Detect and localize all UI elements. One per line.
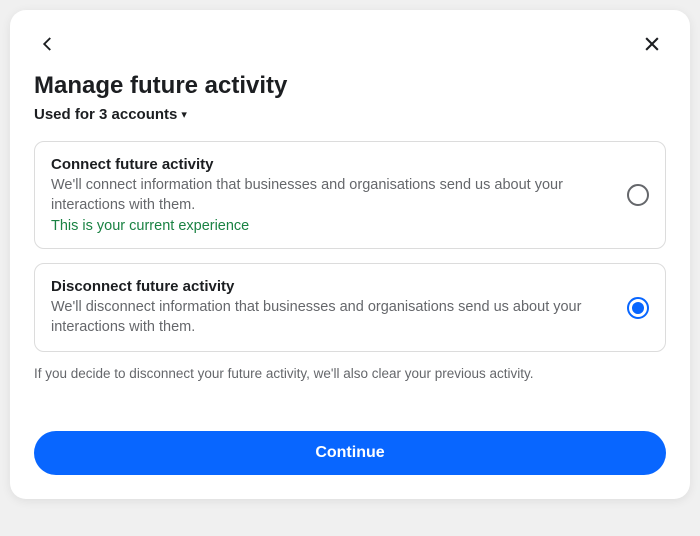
modal-header (34, 30, 666, 58)
option-connect-desc: We'll connect information that businesse… (51, 176, 611, 215)
back-icon (39, 35, 57, 53)
continue-button[interactable]: Continue (34, 431, 666, 475)
chevron-down-icon: ▾ (181, 108, 187, 121)
accounts-dropdown[interactable]: Used for 3 accounts ▾ (34, 106, 666, 123)
option-connect[interactable]: Connect future activity We'll connect in… (34, 141, 666, 249)
manage-activity-modal: Manage future activity Used for 3 accoun… (10, 10, 690, 499)
radio-connect[interactable] (627, 184, 649, 206)
option-disconnect[interactable]: Disconnect future activity We'll disconn… (34, 263, 666, 352)
close-icon (642, 34, 662, 54)
option-connect-note: This is your current experience (51, 218, 611, 234)
option-connect-title: Connect future activity (51, 156, 611, 173)
close-button[interactable] (638, 30, 666, 58)
info-text: If you decide to disconnect your future … (34, 366, 666, 381)
option-disconnect-text: Disconnect future activity We'll disconn… (51, 278, 611, 337)
radio-disconnect[interactable] (627, 297, 649, 319)
accounts-label: Used for 3 accounts (34, 106, 177, 123)
option-disconnect-desc: We'll disconnect information that busine… (51, 298, 611, 337)
option-connect-text: Connect future activity We'll connect in… (51, 156, 611, 234)
option-disconnect-title: Disconnect future activity (51, 278, 611, 295)
page-title: Manage future activity (34, 72, 666, 100)
back-button[interactable] (34, 30, 62, 58)
